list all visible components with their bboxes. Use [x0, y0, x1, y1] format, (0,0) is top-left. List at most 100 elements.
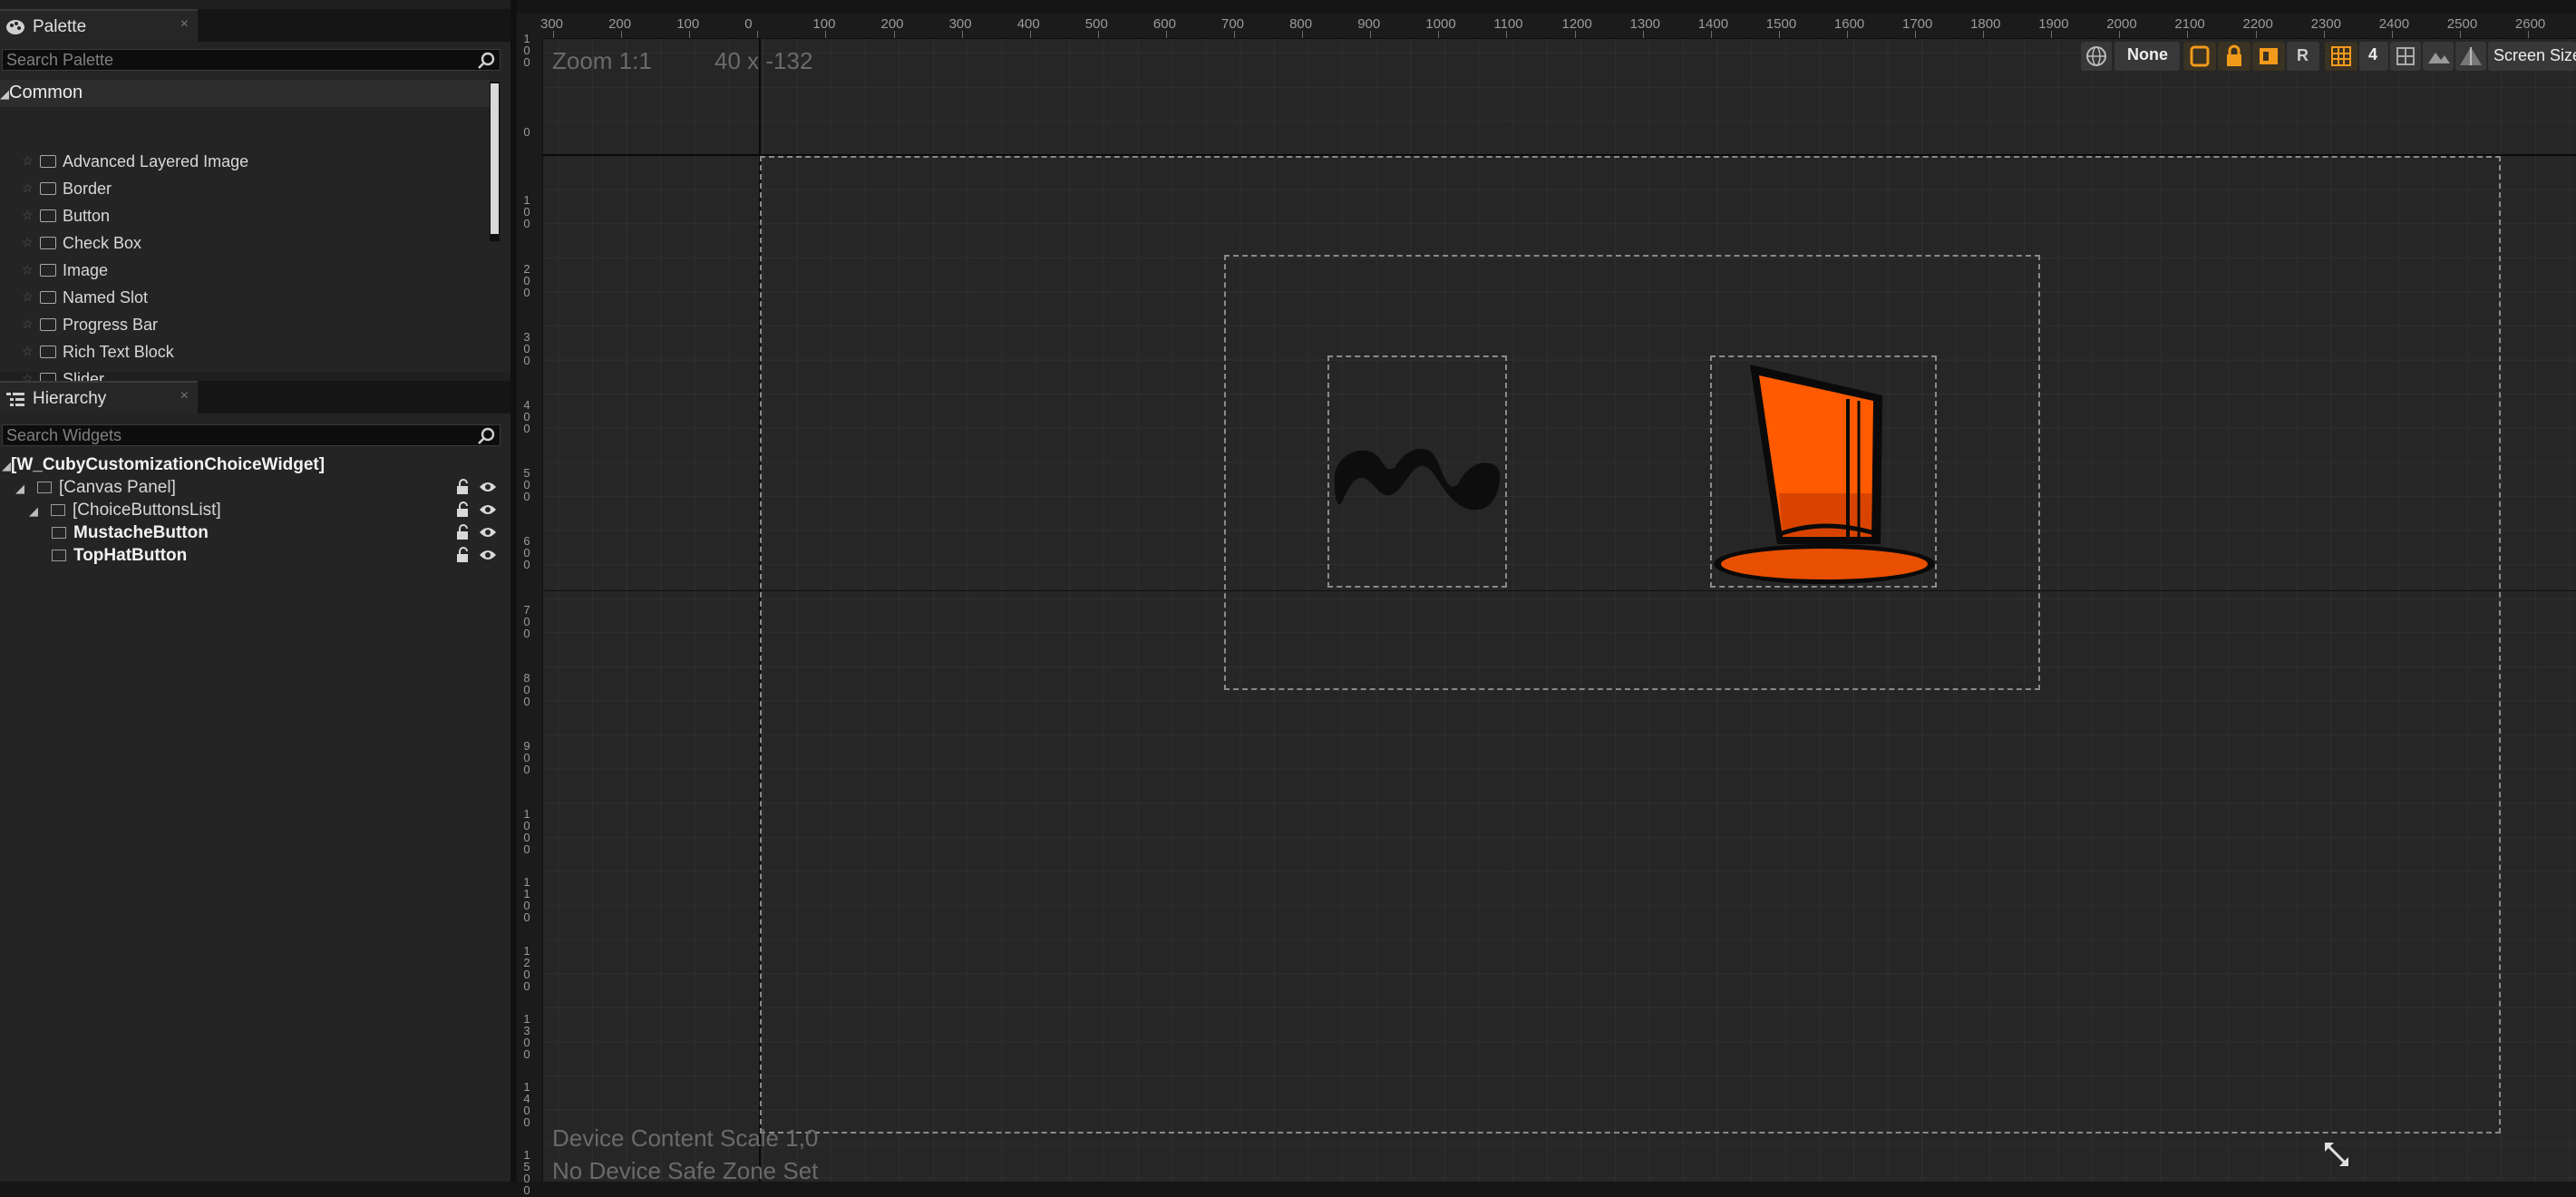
- ruler-tick: [1506, 31, 1508, 38]
- ruler-tick-label: 1200: [523, 943, 530, 993]
- palette-item[interactable]: ☆ Progress Bar: [0, 312, 490, 339]
- designer-canvas[interactable]: Zoom 1:1 40 x -132 Device Content Scale …: [517, 0, 2576, 1182]
- unlock-icon[interactable]: [455, 501, 470, 518]
- lock-toggle[interactable]: [2218, 42, 2250, 71]
- mustache-button[interactable]: [1327, 355, 1507, 588]
- palette-item[interactable]: ☆ Named Slot: [0, 285, 490, 312]
- tab-hierarchy[interactable]: Hierarchy ×: [0, 381, 198, 414]
- ruler-tick: [621, 31, 623, 38]
- hierarchy-search-input[interactable]: [3, 425, 469, 445]
- ruler-tick-label: 300: [540, 16, 564, 32]
- palette-item[interactable]: ☆ Rich Text Block: [0, 339, 490, 366]
- tree-row[interactable]: TopHatButton: [0, 544, 508, 567]
- mustache-icon: [1334, 448, 1501, 511]
- tree-row[interactable]: ◢ [Canvas Panel]: [0, 476, 508, 499]
- ruler-tick-label: 900: [523, 739, 530, 776]
- favorite-star-icon[interactable]: ☆: [22, 289, 34, 305]
- favorite-star-icon[interactable]: ☆: [22, 180, 34, 196]
- ruler-tick: [2187, 31, 2189, 38]
- ruler-tick-label: 1700: [1902, 16, 1933, 32]
- visibility-eye-icon[interactable]: [479, 548, 497, 562]
- triangle-icon: [2460, 47, 2482, 65]
- left-panel: Palette × ◢ Common ☆ Advanced Layered Ima…: [0, 0, 510, 1182]
- search-icon[interactable]: [476, 426, 496, 446]
- palette-item[interactable]: ☆ Image: [0, 258, 490, 285]
- ruler-tick-label: 1400: [523, 1080, 530, 1129]
- widget-type-icon: [37, 482, 52, 493]
- globe-icon: [2086, 46, 2106, 66]
- ruler-tick: [1778, 31, 1780, 38]
- expand-arrow-icon[interactable]: ◢: [15, 482, 24, 496]
- palette-item-label: Named Slot: [63, 288, 149, 307]
- layout-toggle[interactable]: [2252, 42, 2285, 71]
- localization-button[interactable]: [2081, 42, 2112, 71]
- ruler-tick: [2119, 31, 2121, 38]
- dpi-toggle[interactable]: [2455, 42, 2486, 71]
- ruler-tick-label: 600: [523, 534, 530, 572]
- ruler-tick-label: 100: [523, 32, 530, 69]
- visibility-eye-icon[interactable]: [479, 525, 497, 540]
- tree-row[interactable]: MustacheButton: [0, 521, 508, 544]
- palette-search-input[interactable]: [3, 50, 469, 70]
- ruler-tick: [553, 31, 554, 38]
- close-icon[interactable]: ×: [180, 16, 189, 33]
- category-common[interactable]: ◢ Common: [0, 80, 490, 107]
- ruler-tick-label: 1000: [523, 807, 530, 857]
- tab-palette[interactable]: Palette ×: [0, 9, 198, 42]
- widget-icon: [40, 345, 56, 358]
- ruler-tick-label: 200: [608, 16, 632, 32]
- ruler-tick-label: 500: [523, 466, 530, 504]
- ruler-tick-label: 400: [523, 398, 530, 435]
- tophat-button[interactable]: [1710, 355, 1937, 588]
- close-icon[interactable]: ×: [180, 388, 189, 404]
- grid-size-dropdown[interactable]: 4: [2359, 42, 2388, 71]
- expand-arrow-icon[interactable]: ◢: [2, 459, 11, 473]
- visibility-eye-icon[interactable]: [479, 502, 497, 517]
- screen-size-dropdown[interactable]: Screen Size: [2488, 42, 2576, 71]
- visibility-eye-icon[interactable]: [479, 480, 497, 494]
- resize-handle-icon[interactable]: [2321, 1139, 2352, 1170]
- favorite-star-icon[interactable]: ☆: [22, 316, 34, 332]
- hierarchy-search[interactable]: [2, 424, 501, 446]
- unlock-icon[interactable]: [455, 524, 470, 540]
- ruler-tick-label: 1300: [1629, 16, 1660, 32]
- tree-row[interactable]: ◢ [ChoiceButtonsList]: [0, 499, 508, 521]
- outline-icon: [2190, 45, 2210, 67]
- favorite-star-icon[interactable]: ☆: [22, 153, 34, 169]
- tophat-icon: [1714, 365, 1935, 584]
- ruler-tick-label: 300: [948, 16, 972, 32]
- palette-tab-label: Palette: [33, 17, 87, 36]
- palette-item[interactable]: ☆ Advanced Layered Image: [0, 149, 490, 176]
- ruler-tick-label: 600: [1152, 16, 1176, 32]
- grid-snap-toggle[interactable]: [2325, 42, 2357, 71]
- palette-scrollbar[interactable]: [490, 82, 500, 241]
- palette-search[interactable]: [2, 49, 501, 71]
- outline-toggle[interactable]: [2183, 42, 2216, 71]
- collapse-arrow-icon[interactable]: ◢: [0, 87, 9, 102]
- lock-icon: [2227, 44, 2241, 66]
- scrollbar-thumb[interactable]: [491, 83, 499, 234]
- favorite-star-icon[interactable]: ☆: [22, 235, 34, 250]
- palette-item[interactable]: ☆ Button: [0, 203, 490, 230]
- expand-arrow-icon[interactable]: ◢: [29, 504, 38, 519]
- zoom-fit-button[interactable]: [2390, 42, 2421, 71]
- ruler-tick-label: 1400: [1697, 16, 1729, 32]
- search-icon[interactable]: [476, 51, 496, 71]
- palette-item[interactable]: ☆ Check Box: [0, 230, 490, 258]
- panel-splitter[interactable]: [510, 0, 517, 1182]
- ruler-tick-label: 200: [880, 16, 904, 32]
- favorite-star-icon[interactable]: ☆: [22, 262, 34, 277]
- palette-item[interactable]: ☆ Border: [0, 176, 490, 203]
- ruler-tick-label: 100: [523, 193, 530, 231]
- favorite-star-icon[interactable]: ☆: [22, 208, 34, 223]
- tree-row[interactable]: ◢ [W_CubyCustomizationChoiceWidget]: [0, 453, 508, 476]
- respect-locks-toggle[interactable]: R: [2287, 42, 2319, 71]
- ruler-tick-label: 500: [1084, 16, 1108, 32]
- unlock-icon[interactable]: [455, 547, 470, 563]
- favorite-star-icon[interactable]: ☆: [22, 344, 34, 359]
- flow-direction-dropdown[interactable]: None: [2114, 42, 2180, 71]
- widget-icon: [40, 155, 56, 168]
- ruler-tick: [1165, 31, 1167, 38]
- unlock-icon[interactable]: [455, 479, 470, 495]
- background-toggle[interactable]: [2423, 42, 2454, 71]
